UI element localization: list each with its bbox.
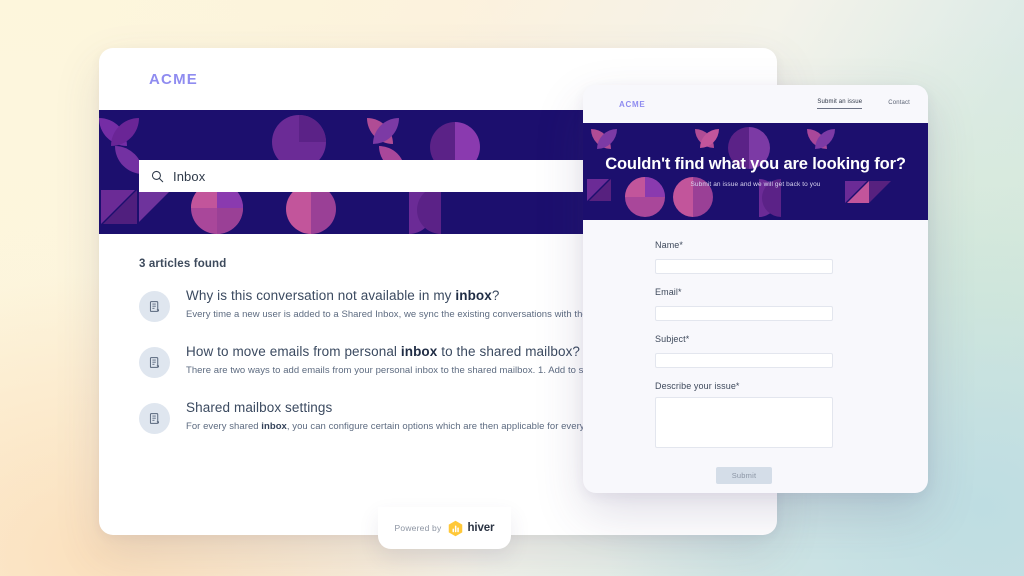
article-title-post: ? bbox=[491, 288, 500, 303]
hiver-logo[interactable]: hiver bbox=[448, 520, 495, 537]
field-describe-issue: Describe your issue* bbox=[655, 381, 833, 453]
article-icon-badge bbox=[139, 291, 170, 322]
form-nav: Submit an issue Contact bbox=[817, 99, 910, 109]
acme-logo-secondary[interactable]: ACME bbox=[619, 100, 645, 109]
nav-link-submit-an-issue[interactable]: Submit an issue bbox=[817, 99, 863, 109]
nav-link-contact[interactable]: Contact bbox=[888, 100, 910, 109]
article-title-post: to the shared mailbox? bbox=[437, 344, 581, 359]
article-icon-badge bbox=[139, 403, 170, 434]
field-label-describe-issue: Describe your issue* bbox=[655, 381, 740, 391]
article-icon-badge bbox=[139, 347, 170, 378]
hiver-hexagon-icon bbox=[449, 520, 463, 536]
describe-issue-textarea[interactable] bbox=[655, 397, 833, 448]
page-background: ACME Inbox 3 articles found Why is this … bbox=[0, 0, 1024, 576]
document-icon bbox=[149, 301, 159, 312]
powered-by-label: Powered by bbox=[394, 523, 442, 533]
article-snippet-pre: Every time a new user is added to a Shar… bbox=[186, 309, 638, 320]
field-name: Name* bbox=[655, 240, 833, 274]
article-title-highlight: inbox bbox=[400, 344, 438, 359]
email-input[interactable] bbox=[655, 305, 833, 321]
article-snippet-highlight: inbox bbox=[261, 421, 287, 432]
issue-form: Name* Email* Subject* Describe your issu… bbox=[583, 220, 928, 484]
form-hero-text: Couldn't find what you are looking for? … bbox=[583, 123, 928, 220]
article-snippet-pre: There are two ways to add emails from yo… bbox=[186, 365, 617, 376]
field-subject: Subject* bbox=[655, 334, 833, 368]
submit-button[interactable]: Submit bbox=[716, 467, 772, 484]
document-icon bbox=[149, 357, 159, 368]
submit-issue-window: ACME Submit an issue Contact Couldn't fi… bbox=[583, 85, 928, 493]
article-snippet-pre: For every shared bbox=[186, 421, 262, 432]
article-title-pre: Why is this conversation not available i… bbox=[186, 288, 456, 303]
article-title-pre: How to move emails from personal bbox=[186, 344, 401, 359]
name-input[interactable] bbox=[655, 258, 833, 274]
subject-input[interactable] bbox=[655, 352, 833, 368]
hiver-wordmark: hiver bbox=[467, 522, 495, 534]
form-header: ACME Submit an issue Contact bbox=[583, 85, 928, 123]
form-hero-subtitle: Submit an issue and we will get back to … bbox=[690, 181, 821, 188]
acme-logo[interactable]: ACME bbox=[149, 71, 198, 88]
field-label-name: Name* bbox=[655, 240, 684, 250]
submit-row: Submit bbox=[655, 467, 833, 484]
article-title-pre: Shared mailbox settings bbox=[186, 400, 333, 415]
search-icon bbox=[151, 170, 164, 182]
field-label-email: Email* bbox=[655, 287, 682, 297]
search-input-value: Inbox bbox=[173, 168, 206, 184]
form-hero-banner: Couldn't find what you are looking for? … bbox=[583, 123, 928, 220]
powered-by-footer: Powered by hiver bbox=[378, 507, 511, 549]
field-label-subject: Subject* bbox=[655, 334, 690, 344]
article-title-highlight: inbox bbox=[455, 288, 492, 303]
form-hero-title: Couldn't find what you are looking for? bbox=[605, 155, 906, 173]
document-icon bbox=[149, 413, 159, 424]
field-email: Email* bbox=[655, 287, 833, 321]
